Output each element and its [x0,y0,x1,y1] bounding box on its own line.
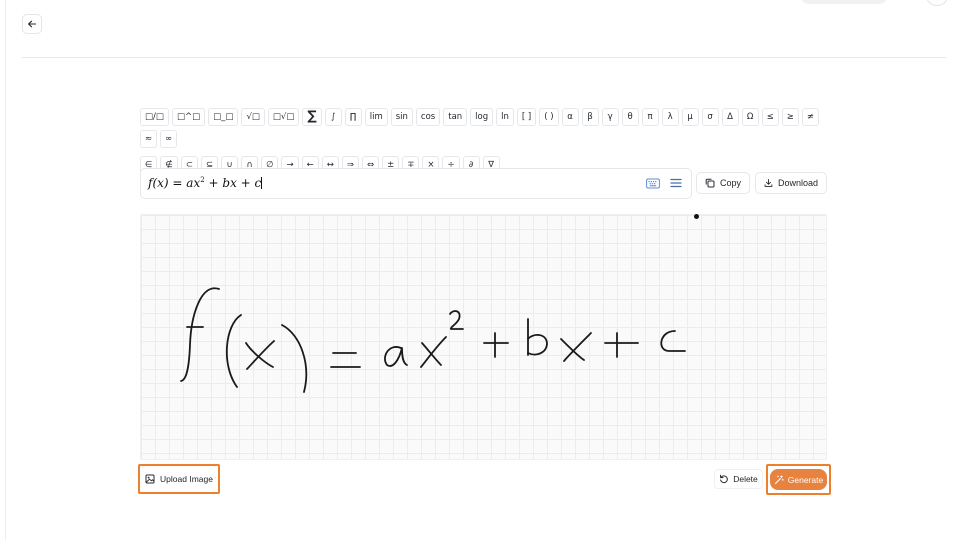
symbol-button[interactable]: ≈ [140,130,158,148]
menu-icon[interactable] [670,177,682,189]
reset-icon [720,474,728,484]
symbol-button[interactable]: □/□ [140,108,169,126]
arrow-left-icon [28,20,37,28]
symbol-button[interactable]: θ [621,108,639,126]
copy-button[interactable]: Copy [696,172,750,194]
symbol-button[interactable]: □_□ [208,108,239,126]
download-button[interactable]: Download [755,172,827,194]
header-divider [22,57,946,58]
symbol-button[interactable]: Δ [721,108,739,126]
delete-button[interactable]: Delete [714,469,763,489]
symbol-button[interactable]: log [470,108,494,126]
symbol-button[interactable]: ∞ [160,130,178,148]
symbol-button[interactable]: cos [415,108,441,126]
generate-highlight: Generate [766,464,831,495]
symbol-button[interactable]: α [561,108,579,126]
symbol-button[interactable]: ( ) [539,108,559,126]
symbol-button[interactable]: □√□ [267,108,300,126]
generate-label: Generate [787,474,824,485]
symbol-button[interactable]: λ [661,108,679,126]
symbol-button[interactable]: β [581,108,599,126]
symbol-button[interactable]: [ ] [516,108,537,126]
symbol-button[interactable]: π [641,108,659,126]
delete-label: Delete [733,474,758,484]
image-icon [145,474,155,484]
handwritten-strokes [180,287,686,393]
symbol-button[interactable]: ∫ [324,108,342,126]
handwriting-canvas[interactable] [140,214,827,460]
symbol-button[interactable]: Ω [741,108,759,126]
symbol-button[interactable]: lim [364,108,388,126]
top-avatar[interactable] [926,0,948,6]
symbol-button[interactable]: σ [701,108,719,126]
symbol-button[interactable]: tan [443,108,468,126]
symbol-button[interactable]: √□ [241,108,265,126]
formula-latex-render: f(x) = ax2 + bx + c [148,176,263,190]
left-rail [0,0,6,540]
keyboard-icon[interactable] [646,178,660,189]
symbol-button[interactable]: ≠ [801,108,819,126]
symbol-button[interactable]: □^□ [171,108,206,126]
download-icon [764,178,773,187]
symbol-button[interactable]: ln [496,108,514,126]
copy-label: Copy [719,178,741,188]
symbol-toolbar: □/□ □^□ □_□ √□ □√□ ∑ ∫ ∏ lim sin cos tan log ln[ ]( )… [140,108,830,174]
symbol-button[interactable]: ∑ [302,108,322,126]
symbol-button[interactable]: sin [390,108,413,126]
formula-input[interactable]: f(x) = ax2 + bx + c [140,168,692,199]
symbol-button[interactable]: μ [681,108,699,126]
symbol-button[interactable]: ≥ [781,108,799,126]
symbol-button[interactable]: γ [601,108,619,126]
pen-cursor [694,214,699,219]
upload-image-button[interactable]: Upload Image [138,464,220,494]
magic-wand-icon [774,474,784,484]
text-caret [261,177,263,189]
copy-icon [705,178,715,188]
top-menu-pill[interactable] [800,0,888,4]
upload-image-label: Upload Image [160,474,213,484]
download-label: Download [777,178,818,188]
back-button[interactable] [22,14,42,34]
symbol-button[interactable]: ≤ [761,108,779,126]
generate-button[interactable]: Generate [770,469,827,490]
symbol-button[interactable]: ∏ [344,108,362,126]
